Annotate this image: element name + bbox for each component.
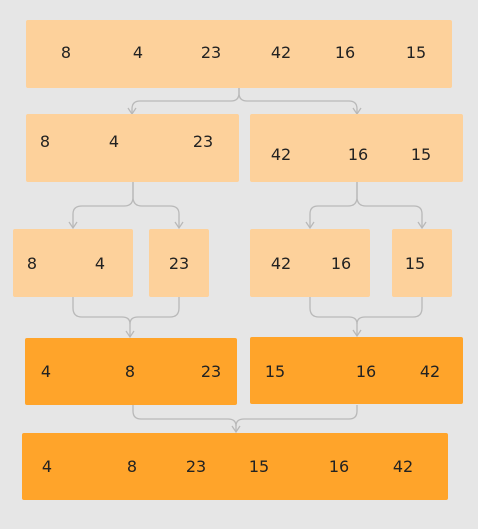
- merge-connector-6: [235, 405, 358, 432]
- array-value: 15: [405, 43, 427, 62]
- array-value: 23: [192, 132, 214, 151]
- array-value: 42: [419, 362, 441, 381]
- array-value: 4: [40, 362, 52, 381]
- arrowhead: [305, 221, 315, 230]
- array-box-quarter-4: 15: [392, 229, 452, 297]
- array-value: 42: [392, 457, 414, 476]
- array-value: 16: [334, 43, 356, 62]
- array-value: 8: [124, 362, 136, 381]
- merge-connector-5: [132, 405, 237, 427]
- sorted-box-left-half: 4 8 23: [25, 338, 237, 405]
- array-value: 4: [132, 43, 144, 62]
- array-value: 8: [126, 457, 138, 476]
- array-value: 42: [270, 43, 292, 62]
- array-box-quarter-1: 8 4: [13, 229, 133, 297]
- split-connector-2: [238, 88, 358, 114]
- array-box-quarter-3: 42 16: [250, 229, 370, 297]
- arrowhead: [125, 330, 135, 339]
- sorted-box-full: 4 8 23 15 16 42: [22, 433, 448, 500]
- arrowhead: [68, 221, 78, 230]
- array-box-full: 8 4 23 42 16 15: [26, 20, 452, 88]
- array-value: 16: [355, 362, 377, 381]
- merge-connector-2: [129, 297, 180, 337]
- merge-connector-4: [356, 297, 423, 336]
- array-value: 15: [264, 362, 286, 381]
- array-box-quarter-2: 23: [149, 229, 209, 297]
- arrowhead: [231, 425, 241, 434]
- array-box-left-half: 8 4 23: [26, 114, 239, 182]
- split-connector-4: [132, 182, 180, 228]
- array-value: 15: [410, 145, 432, 164]
- array-value: 4: [41, 457, 53, 476]
- array-value: 15: [404, 254, 426, 273]
- split-connector-3: [72, 182, 134, 228]
- array-value: 8: [39, 132, 51, 151]
- array-value: 16: [330, 254, 352, 273]
- merge-connector-3: [309, 297, 358, 325]
- array-value: 23: [200, 362, 222, 381]
- array-value: 23: [200, 43, 222, 62]
- merge-connector-1: [72, 297, 131, 325]
- split-connector-1: [131, 88, 240, 114]
- array-value: 8: [60, 43, 72, 62]
- split-connector-6: [356, 182, 423, 228]
- array-value: 8: [26, 254, 38, 273]
- array-value: 4: [94, 254, 106, 273]
- array-value: 15: [248, 457, 270, 476]
- split-connector-5: [309, 182, 358, 228]
- arrowhead: [174, 221, 184, 230]
- array-value: 4: [108, 132, 120, 151]
- array-value: 16: [347, 145, 369, 164]
- array-value: 42: [270, 145, 292, 164]
- array-value: 23: [168, 254, 190, 273]
- arrowhead: [417, 221, 427, 230]
- array-box-right-half: 42 16 15: [250, 114, 463, 182]
- array-value: 16: [328, 457, 350, 476]
- arrowhead: [352, 329, 362, 338]
- array-value: 42: [270, 254, 292, 273]
- sorted-box-right-half: 15 16 42: [250, 337, 463, 404]
- array-value: 23: [185, 457, 207, 476]
